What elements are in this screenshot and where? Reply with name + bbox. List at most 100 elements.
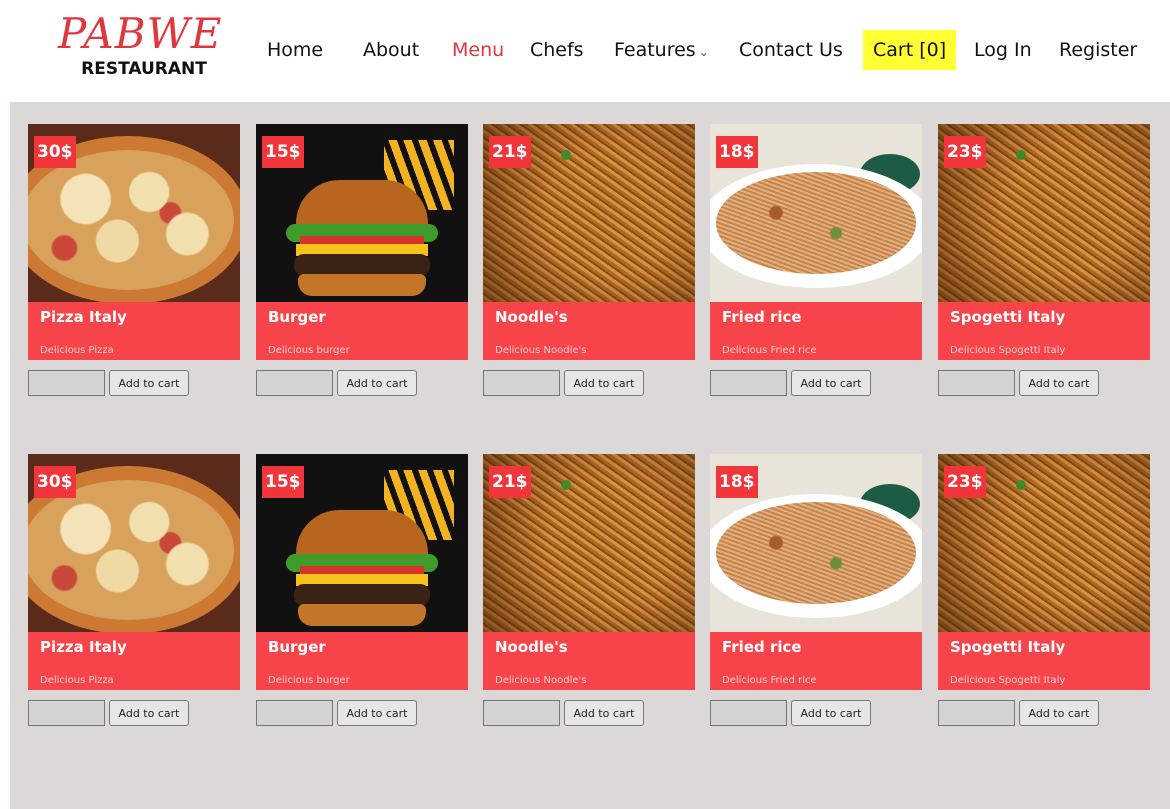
cart-row: Add to cart bbox=[938, 700, 1150, 726]
nav-home[interactable]: Home bbox=[267, 30, 323, 70]
price-badge: 30$ bbox=[34, 466, 76, 498]
item-description: Delicious Spogetti Italy bbox=[950, 675, 1066, 686]
nav-chefs[interactable]: Chefs bbox=[530, 30, 584, 70]
quantity-input[interactable] bbox=[938, 370, 1015, 396]
patty bbox=[294, 584, 430, 606]
cart-row: Add to cart bbox=[483, 700, 695, 726]
cart-row: Add to cart bbox=[938, 370, 1150, 396]
rice-grains bbox=[716, 172, 916, 274]
food-image[interactable]: 18$ bbox=[710, 454, 922, 632]
rice-grains bbox=[716, 502, 916, 604]
item-title: Spogetti Italy bbox=[950, 308, 1066, 326]
menu-card: 30$ Pizza Italy Delicious Pizza Add to cart bbox=[28, 124, 240, 396]
item-title: Noodle's bbox=[495, 638, 568, 656]
item-info: Fried rice Delicious Fried rice bbox=[710, 302, 922, 360]
add-to-cart-button[interactable]: Add to cart bbox=[564, 700, 644, 726]
bun-bottom bbox=[298, 274, 426, 296]
item-info: Fried rice Delicious Fried rice bbox=[710, 632, 922, 690]
price-badge: 30$ bbox=[34, 136, 76, 168]
cart-row: Add to cart bbox=[256, 370, 468, 396]
price-badge: 21$ bbox=[489, 466, 531, 498]
quantity-input[interactable] bbox=[483, 370, 560, 396]
food-image[interactable]: 23$ bbox=[938, 454, 1150, 632]
nav-login[interactable]: Log In bbox=[974, 30, 1032, 70]
cart-row: Add to cart bbox=[483, 370, 695, 396]
cart-row: Add to cart bbox=[710, 700, 922, 726]
item-info: Burger Delicious burger bbox=[256, 302, 468, 360]
item-info: Spogetti Italy Delicious Spogetti Italy bbox=[938, 632, 1150, 690]
add-to-cart-button[interactable]: Add to cart bbox=[109, 370, 189, 396]
price-badge: 21$ bbox=[489, 136, 531, 168]
menu-card: 30$ Pizza Italy Delicious Pizza Add to cart bbox=[28, 454, 240, 726]
menu-card: 23$ Spogetti Italy Delicious Spogetti Ital… bbox=[938, 454, 1150, 726]
menu-card: 21$ Noodle's Delicious Noodle's Add to cart bbox=[483, 454, 695, 726]
quantity-input[interactable] bbox=[710, 370, 787, 396]
price-badge: 18$ bbox=[716, 466, 758, 498]
add-to-cart-button[interactable]: Add to cart bbox=[337, 370, 417, 396]
nav-about[interactable]: About bbox=[363, 30, 419, 70]
food-image[interactable]: 15$ bbox=[256, 124, 468, 302]
quantity-input[interactable] bbox=[938, 700, 1015, 726]
food-image[interactable]: 23$ bbox=[938, 124, 1150, 302]
menu-card: 21$ Noodle's Delicious Noodle's Add to cart bbox=[483, 124, 695, 396]
item-description: Delicious Spogetti Italy bbox=[950, 345, 1066, 356]
food-image[interactable]: 30$ bbox=[28, 124, 240, 302]
quantity-input[interactable] bbox=[256, 370, 333, 396]
item-description: Delicious Pizza bbox=[40, 345, 114, 356]
add-to-cart-button[interactable]: Add to cart bbox=[791, 700, 871, 726]
logo[interactable]: PABWE RESTAURANT bbox=[58, 10, 221, 80]
add-to-cart-button[interactable]: Add to cart bbox=[564, 370, 644, 396]
quantity-input[interactable] bbox=[483, 700, 560, 726]
menu-grid: 30$ Pizza Italy Delicious Pizza Add to cart… bbox=[10, 102, 1170, 809]
pizza-toppings bbox=[28, 480, 234, 620]
item-description: Delicious Noodle's bbox=[495, 345, 587, 356]
item-description: Delicious Pizza bbox=[40, 675, 114, 686]
item-title: Fried rice bbox=[722, 308, 802, 326]
cart-row: Add to cart bbox=[28, 700, 240, 726]
menu-card: 23$ Spogetti Italy Delicious Spogetti Ital… bbox=[938, 124, 1150, 396]
add-to-cart-button[interactable]: Add to cart bbox=[337, 700, 417, 726]
add-to-cart-button[interactable]: Add to cart bbox=[109, 700, 189, 726]
item-title: Pizza Italy bbox=[40, 308, 127, 326]
food-image[interactable]: 21$ bbox=[483, 124, 695, 302]
item-description: Delicious Fried rice bbox=[722, 675, 817, 686]
item-description: Delicious Noodle's bbox=[495, 675, 587, 686]
quantity-input[interactable] bbox=[256, 700, 333, 726]
food-image[interactable]: 18$ bbox=[710, 124, 922, 302]
cart-row: Add to cart bbox=[28, 370, 240, 396]
food-image[interactable]: 21$ bbox=[483, 454, 695, 632]
header: PABWE RESTAURANT Home About Menu Chefs F… bbox=[0, 0, 1170, 102]
quantity-input[interactable] bbox=[710, 700, 787, 726]
item-info: Spogetti Italy Delicious Spogetti Italy bbox=[938, 302, 1150, 360]
menu-card: 15$ Burger Delicious burger Add to cart bbox=[256, 124, 468, 396]
item-info: Pizza Italy Delicious Pizza bbox=[28, 632, 240, 690]
nav-contact[interactable]: Contact Us bbox=[739, 30, 843, 70]
item-info: Pizza Italy Delicious Pizza bbox=[28, 302, 240, 360]
chevron-down-icon: ⌄ bbox=[698, 45, 709, 59]
patty bbox=[294, 254, 430, 276]
item-title: Burger bbox=[268, 308, 326, 326]
price-badge: 15$ bbox=[262, 466, 304, 498]
food-image[interactable]: 30$ bbox=[28, 454, 240, 632]
nav-cart[interactable]: Cart [0] bbox=[863, 30, 957, 70]
food-image[interactable]: 15$ bbox=[256, 454, 468, 632]
nav-features-label: Features bbox=[614, 39, 696, 61]
price-badge: 15$ bbox=[262, 136, 304, 168]
bun-bottom bbox=[298, 604, 426, 626]
add-to-cart-button[interactable]: Add to cart bbox=[1019, 370, 1099, 396]
nav-menu[interactable]: Menu bbox=[452, 30, 504, 70]
item-description: Delicious burger bbox=[268, 345, 350, 356]
nav-features[interactable]: Features ⌄ bbox=[614, 30, 709, 70]
nav-register[interactable]: Register bbox=[1059, 30, 1137, 70]
quantity-input[interactable] bbox=[28, 700, 105, 726]
menu-card: 15$ Burger Delicious burger Add to cart bbox=[256, 454, 468, 726]
add-to-cart-button[interactable]: Add to cart bbox=[1019, 700, 1099, 726]
menu-card: 18$ Fried rice Delicious Fried rice Add to … bbox=[710, 124, 922, 396]
quantity-input[interactable] bbox=[28, 370, 105, 396]
herb-leaf bbox=[561, 150, 571, 160]
item-description: Delicious Fried rice bbox=[722, 345, 817, 356]
cart-row: Add to cart bbox=[710, 370, 922, 396]
pizza-toppings bbox=[28, 150, 234, 290]
add-to-cart-button[interactable]: Add to cart bbox=[791, 370, 871, 396]
herb-leaf bbox=[561, 480, 571, 490]
